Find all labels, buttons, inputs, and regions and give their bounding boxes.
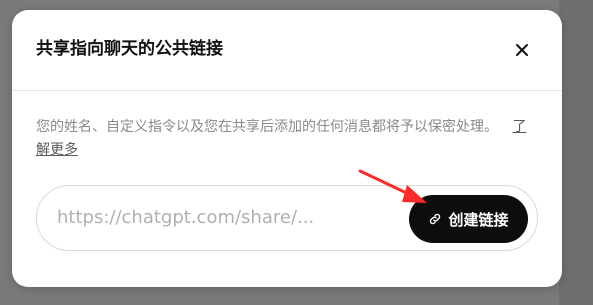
- link-icon: [430, 213, 441, 225]
- close-button[interactable]: [510, 38, 534, 62]
- background-page-strip: [559, 0, 593, 305]
- create-link-label: 创建链接: [448, 210, 509, 229]
- close-icon: [516, 44, 528, 56]
- share-link-dialog: 共享指向聊天的公共链接 您的姓名、自定义指令以及您在共享后添加的任何消息都将予以…: [12, 10, 562, 287]
- share-url-text: https://chatgpt.com/share/...: [57, 207, 315, 228]
- privacy-description: 您的姓名、自定义指令以及您在共享后添加的任何消息都将予以保密处理。 了解更多: [36, 116, 536, 162]
- dialog-title: 共享指向聊天的公共链接: [36, 39, 223, 59]
- share-url-field: https://chatgpt.com/share/... 创建链接: [36, 185, 538, 251]
- dialog-body: 您的姓名、自定义指令以及您在共享后添加的任何消息都将予以保密处理。 了解更多: [36, 116, 536, 162]
- description-text: 您的姓名、自定义指令以及您在共享后添加的任何消息都将予以保密处理。: [36, 119, 498, 135]
- create-link-button[interactable]: 创建链接: [409, 195, 528, 243]
- dialog-header: 共享指向聊天的公共链接: [12, 10, 562, 91]
